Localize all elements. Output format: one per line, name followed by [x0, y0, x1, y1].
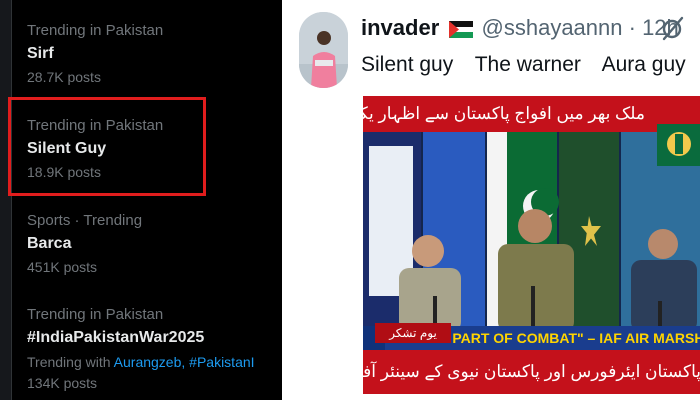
news-headline-top: ملک بھر میں افواج پاکستان سے اظہار یکجہت… [363, 96, 700, 132]
highlight-box [8, 97, 206, 196]
trending-with: Trending with Aurangzeb, #PakistanI [27, 353, 282, 371]
panel-edge [0, 0, 12, 400]
trend-name: Sirf [27, 45, 54, 62]
tweet-text: Silent guy The warner Aura guy [361, 50, 700, 80]
trend-post-count: 28.7K posts [27, 69, 101, 85]
grok-icon[interactable] [660, 15, 686, 41]
news-bug-label: یوم تشکر [375, 323, 451, 343]
trend-post-count: 451K posts [27, 259, 98, 275]
user-handle[interactable]: @sshayaannn [482, 15, 623, 40]
tweet-text-part: Silent guy [361, 53, 454, 76]
trend-context: Trending in Pakistan [27, 22, 164, 39]
tweet-header: invader @sshayaannn · 12h [361, 14, 679, 45]
trend-name: #IndiaPakistanWar2025 [27, 329, 205, 346]
news-headline-bottom: پاکستان ایئرفورس اور پاکستان نیوی کے سین… [363, 350, 700, 394]
trending-with-label: Trending with [27, 354, 111, 370]
tweet-card: invader @sshayaannn · 12h Silent guy The… [282, 0, 700, 400]
trend-item-barca[interactable]: Sports · Trending Barca 451K posts [27, 212, 282, 276]
trending-panel: Trending in Pakistan Sirf 28.7K posts Tr… [0, 0, 282, 400]
trend-item-india-pakistan-war[interactable]: Trending in Pakistan #IndiaPakistanWar20… [27, 306, 282, 392]
palestine-flag-icon [449, 17, 474, 45]
trending-with-tags[interactable]: Aurangzeb, #PakistanI [114, 354, 255, 370]
trend-item-sirf[interactable]: Trending in Pakistan Sirf 28.7K posts [27, 22, 282, 86]
trend-context: Trending in Pakistan [27, 306, 164, 323]
tweet-text-part: Aura guy [601, 53, 686, 76]
avatar-image [299, 12, 348, 88]
tweet-text-part: The warner [474, 53, 581, 76]
tweet-media[interactable]: ملک بھر میں افواج پاکستان سے اظہار یکجہت… [363, 96, 700, 394]
trend-context: Sports · Trending [27, 212, 143, 229]
trend-post-count: 134K posts [27, 375, 98, 391]
avatar[interactable] [299, 12, 348, 88]
trend-name: Barca [27, 235, 72, 252]
channel-logo [657, 124, 700, 166]
username[interactable]: invader [361, 15, 439, 40]
